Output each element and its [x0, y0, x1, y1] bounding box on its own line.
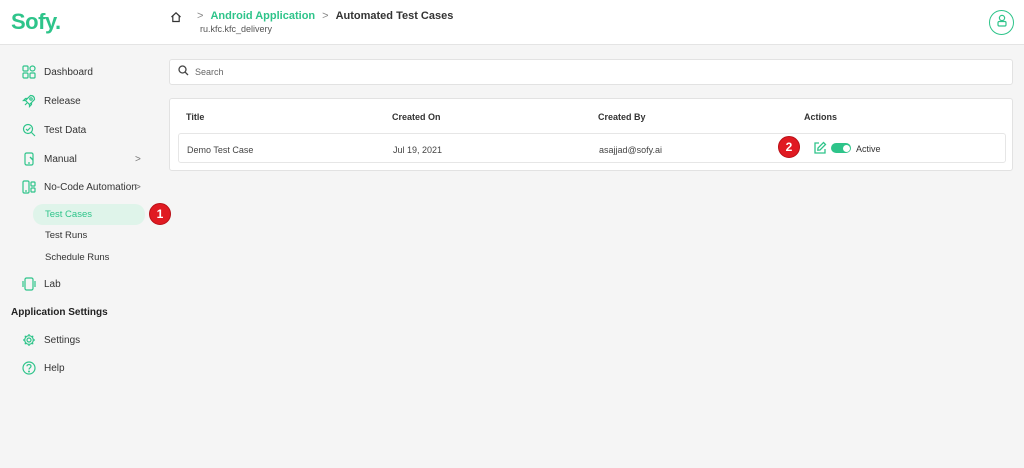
dashboard-icon	[22, 65, 36, 79]
lab-icon	[22, 277, 36, 291]
status-label: Active	[856, 144, 881, 154]
test-data-icon	[22, 123, 36, 137]
breadcrumb: > Android Application > Automated Test C…	[190, 10, 453, 22]
edit-icon[interactable]	[813, 141, 827, 155]
sidebar-item-help[interactable]: Help	[22, 360, 65, 376]
rocket-icon	[22, 94, 36, 108]
sidebar-item-no-code-automation[interactable]: No-Code Automation >	[22, 179, 141, 195]
column-header-actions: Actions	[804, 112, 838, 122]
mobile-icon	[22, 152, 36, 166]
help-icon	[22, 361, 36, 375]
sidebar-item-label: Test Data	[44, 124, 87, 136]
column-header-created-on: Created On	[392, 112, 441, 122]
sidebar-item-lab[interactable]: Lab	[22, 276, 61, 292]
top-header: Sofy. > Android Application > Automated …	[0, 0, 1024, 45]
package-name: ru.kfc.kfc_delivery	[200, 24, 273, 34]
sidebar-item-release[interactable]: Release	[22, 93, 81, 109]
search-icon	[178, 63, 189, 81]
sidebar: Dashboard Release Test Data Manual > No-…	[0, 45, 171, 468]
sidebar-item-label: No-Code Automation	[44, 181, 137, 193]
sofy-logo[interactable]: Sofy.	[11, 9, 61, 35]
page-title: Automated Test Cases	[335, 10, 454, 22]
chevron-right-icon: >	[135, 153, 141, 165]
sidebar-item-label: Lab	[44, 278, 61, 290]
sidebar-item-label: Settings	[44, 334, 81, 346]
test-cases-table: Title Created On Created By Actions Demo…	[169, 98, 1013, 171]
sidebar-item-test-data[interactable]: Test Data	[22, 122, 86, 138]
search-input[interactable]	[195, 67, 895, 77]
sidebar-item-manual[interactable]: Manual >	[22, 151, 141, 167]
breadcrumb-separator: >	[197, 10, 204, 22]
user-icon	[996, 14, 1008, 32]
active-toggle[interactable]	[831, 143, 851, 153]
home-icon[interactable]	[170, 10, 182, 23]
breadcrumb-app-link[interactable]: Android Application	[210, 10, 315, 22]
search-bar	[169, 59, 1013, 85]
breadcrumb-separator: >	[322, 10, 329, 22]
section-title-application-settings: Application Settings	[11, 307, 108, 318]
column-header-title: Title	[186, 112, 205, 122]
sidebar-subitem-schedule-runs[interactable]: Schedule Runs	[45, 252, 109, 263]
sidebar-item-label: Help	[44, 362, 65, 374]
cell-created-by: asajjad@sofy.ai	[599, 145, 662, 155]
automation-icon	[22, 180, 36, 194]
cell-created-on: Jul 19, 2021	[393, 145, 443, 155]
cell-title[interactable]: Demo Test Case	[187, 145, 253, 155]
sidebar-item-label: Release	[44, 95, 81, 107]
step-marker-2: 2	[778, 136, 800, 158]
sidebar-item-dashboard[interactable]: Dashboard	[22, 64, 93, 80]
sidebar-subitem-test-runs[interactable]: Test Runs	[45, 230, 87, 241]
table-row[interactable]: Demo Test Case Jul 19, 2021 asajjad@sofy…	[178, 133, 1006, 163]
chevron-right-icon: >	[135, 181, 141, 193]
column-header-created-by: Created By	[598, 112, 646, 122]
gear-icon	[22, 333, 36, 347]
user-profile-button[interactable]	[989, 10, 1014, 35]
step-marker-1: 1	[149, 203, 171, 225]
sidebar-item-label: Manual	[44, 153, 77, 165]
sidebar-subitem-label: Test Cases	[45, 209, 92, 220]
sidebar-item-settings[interactable]: Settings	[22, 332, 80, 348]
sidebar-item-label: Dashboard	[44, 66, 93, 78]
